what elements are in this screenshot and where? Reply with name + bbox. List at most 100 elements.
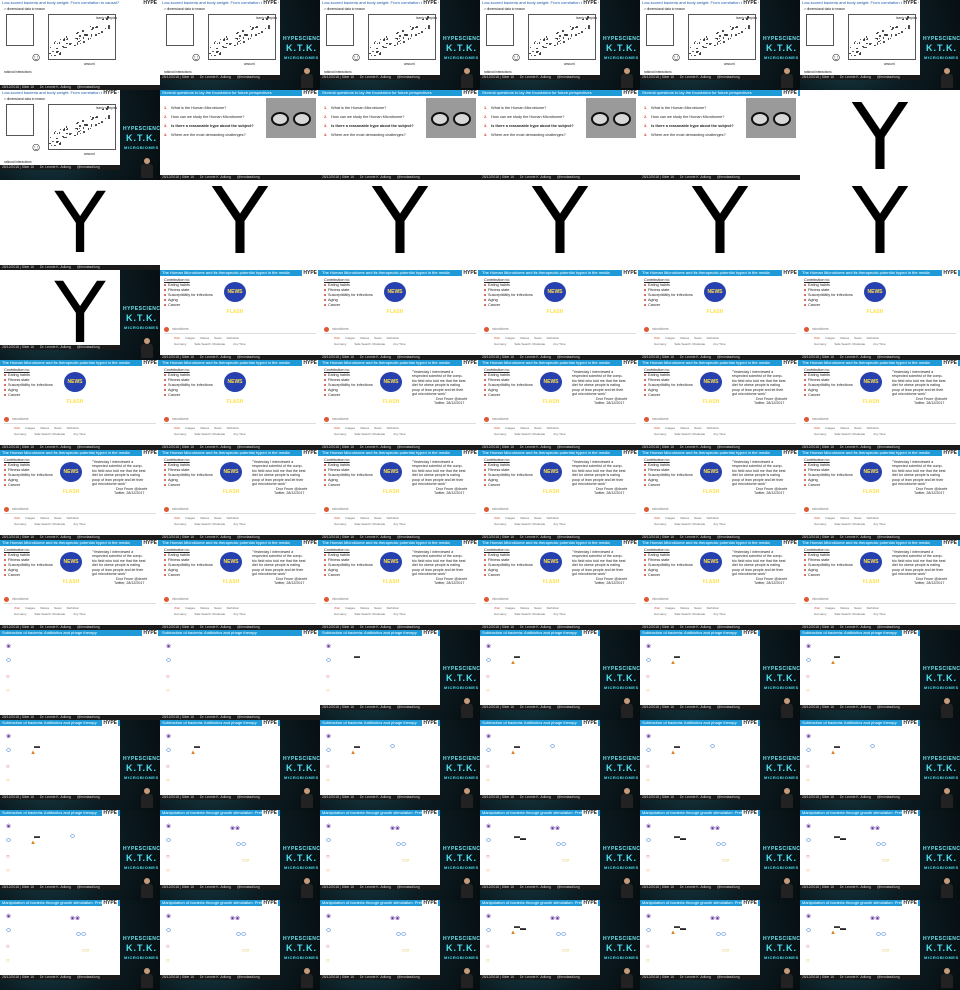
search-tab[interactable]: News — [214, 606, 222, 610]
slide-thumbnail[interactable]: The Human Microbiome and its therapeutic… — [160, 360, 320, 450]
slide-thumbnail[interactable]: The Human Microbiome and its therapeutic… — [800, 450, 960, 540]
search-tab[interactable]: News — [694, 426, 702, 430]
search-tab[interactable]: Definition — [547, 336, 560, 340]
search-tab[interactable]: Definition — [387, 336, 400, 340]
slide-thumbnail[interactable]: The Human Microbiome and its therapeutic… — [640, 360, 800, 450]
search-tab[interactable]: Web — [174, 606, 180, 610]
search-tab[interactable]: Videos — [680, 336, 689, 340]
search-tab[interactable]: News — [534, 516, 542, 520]
search-filter[interactable]: Safe Search: Moderate — [514, 612, 545, 616]
slide-thumbnail[interactable]: Subtraction of bacteria: Antibiotics and… — [0, 630, 160, 720]
slide-thumbnail[interactable]: The Human Microbiome and its therapeutic… — [160, 450, 320, 540]
slide-thumbnail[interactable]: The Human Microbiome and its therapeutic… — [0, 540, 160, 630]
search-filter[interactable]: Germany — [174, 522, 186, 526]
slide-thumbnail[interactable]: The Human Microbiome and its therapeutic… — [800, 360, 960, 450]
search-filter[interactable]: Any Time — [73, 522, 86, 526]
search-filter[interactable]: Any Time — [873, 612, 886, 616]
search-filter[interactable]: Safe Search: Moderate — [354, 432, 385, 436]
slide-thumbnail[interactable]: The Human Microbiome and its therapeutic… — [0, 360, 160, 450]
search-filter[interactable]: Germany — [174, 342, 186, 346]
search-tab[interactable]: Videos — [840, 336, 849, 340]
search-filter[interactable]: Safe Search: Moderate — [834, 522, 865, 526]
slide-thumbnail[interactable]: Low-scored bacteria and body weight: Fro… — [0, 90, 160, 180]
search-tab[interactable]: Definition — [387, 426, 400, 430]
search-tab[interactable]: News — [374, 516, 382, 520]
search-tab[interactable]: Definition — [67, 606, 80, 610]
slide-thumbnail[interactable]: Manipulation of bacteria through growth … — [640, 810, 800, 900]
search-tab[interactable]: Definition — [867, 426, 880, 430]
slide-thumbnail[interactable]: The Human Microbiome and its therapeutic… — [320, 270, 480, 360]
search-tab[interactable]: Images — [185, 426, 195, 430]
search-tab[interactable]: News — [54, 606, 62, 610]
search-tab[interactable]: Web — [654, 516, 660, 520]
search-filter[interactable]: Germany — [814, 522, 826, 526]
search-tab[interactable]: Definition — [387, 516, 400, 520]
search-tab[interactable]: News — [374, 426, 382, 430]
slide-thumbnail[interactable]: Manipulation of bacteria through growth … — [160, 810, 320, 900]
slide-thumbnail[interactable]: Y — [160, 180, 320, 270]
search-bar[interactable]: microbiome — [644, 596, 796, 604]
search-filter[interactable]: Any Time — [233, 522, 246, 526]
search-filter[interactable]: Safe Search: Moderate — [834, 612, 865, 616]
search-filter[interactable]: Germany — [334, 612, 346, 616]
search-filter[interactable]: Any Time — [713, 612, 726, 616]
search-tab[interactable]: Videos — [680, 606, 689, 610]
slide-thumbnail[interactable]: Subtraction of bacteria: Antibiotics and… — [320, 630, 480, 720]
search-tab[interactable]: Web — [654, 426, 660, 430]
search-tab[interactable]: Videos — [360, 606, 369, 610]
slide-thumbnail[interactable]: Several questions to lay the foundation … — [640, 90, 800, 180]
slide-thumbnail[interactable]: Manipulation of bacteria through growth … — [160, 900, 320, 990]
search-filter[interactable]: Any Time — [553, 522, 566, 526]
search-filter[interactable]: Germany — [494, 612, 506, 616]
search-tab[interactable]: Definition — [547, 606, 560, 610]
search-bar[interactable]: microbiome — [324, 416, 476, 424]
slide-thumbnail[interactable]: Several questions to lay the foundation … — [160, 90, 320, 180]
search-filter[interactable]: Any Time — [553, 432, 566, 436]
search-tab[interactable]: News — [694, 606, 702, 610]
slide-thumbnail[interactable]: Y — [320, 180, 480, 270]
search-tab[interactable]: Web — [814, 606, 820, 610]
slide-thumbnail[interactable]: The Human Microbiome and its therapeutic… — [160, 270, 320, 360]
search-tab[interactable]: News — [534, 606, 542, 610]
search-tab[interactable]: Definition — [227, 606, 240, 610]
search-tab[interactable]: Images — [665, 516, 675, 520]
search-tab[interactable]: Web — [334, 516, 340, 520]
search-tab[interactable]: Images — [25, 606, 35, 610]
slide-thumbnail[interactable]: Y — [640, 180, 800, 270]
search-tab[interactable]: Definition — [227, 426, 240, 430]
search-tab[interactable]: Images — [825, 516, 835, 520]
search-tab[interactable]: Videos — [520, 336, 529, 340]
search-tab[interactable]: Definition — [547, 426, 560, 430]
search-tab[interactable]: Definition — [387, 606, 400, 610]
search-tab[interactable]: News — [694, 336, 702, 340]
search-filter[interactable]: Any Time — [713, 432, 726, 436]
slide-thumbnail[interactable]: Subtraction of bacteria: Antibiotics and… — [0, 720, 160, 810]
search-filter[interactable]: Germany — [654, 342, 666, 346]
search-bar[interactable]: microbiome — [164, 326, 316, 334]
search-tab[interactable]: Videos — [520, 606, 529, 610]
search-tab[interactable]: Images — [25, 516, 35, 520]
search-tab[interactable]: News — [54, 516, 62, 520]
search-filter[interactable]: Safe Search: Moderate — [34, 612, 65, 616]
search-tab[interactable]: Images — [185, 336, 195, 340]
search-tab[interactable]: Web — [654, 606, 660, 610]
slide-thumbnail[interactable]: Low-scored bacteria and body weight: Fro… — [480, 0, 640, 90]
search-tab[interactable]: News — [214, 426, 222, 430]
slide-thumbnail[interactable]: The Human Microbiome and its therapeutic… — [640, 450, 800, 540]
search-tab[interactable]: News — [534, 336, 542, 340]
search-tab[interactable]: Images — [825, 606, 835, 610]
search-filter[interactable]: Any Time — [73, 612, 86, 616]
search-filter[interactable]: Germany — [14, 612, 26, 616]
search-tab[interactable]: News — [374, 606, 382, 610]
slide-thumbnail[interactable]: Y — [800, 180, 960, 270]
search-filter[interactable]: Any Time — [73, 432, 86, 436]
search-filter[interactable]: Safe Search: Moderate — [674, 432, 705, 436]
slide-thumbnail[interactable]: The Human Microbiome and its therapeutic… — [320, 450, 480, 540]
search-tab[interactable]: Images — [505, 426, 515, 430]
search-filter[interactable]: Any Time — [233, 432, 246, 436]
search-tab[interactable]: Web — [334, 606, 340, 610]
search-tab[interactable]: News — [54, 426, 62, 430]
search-bar[interactable]: microbiome — [164, 596, 316, 604]
search-bar[interactable]: microbiome — [324, 506, 476, 514]
search-tab[interactable]: Videos — [360, 336, 369, 340]
